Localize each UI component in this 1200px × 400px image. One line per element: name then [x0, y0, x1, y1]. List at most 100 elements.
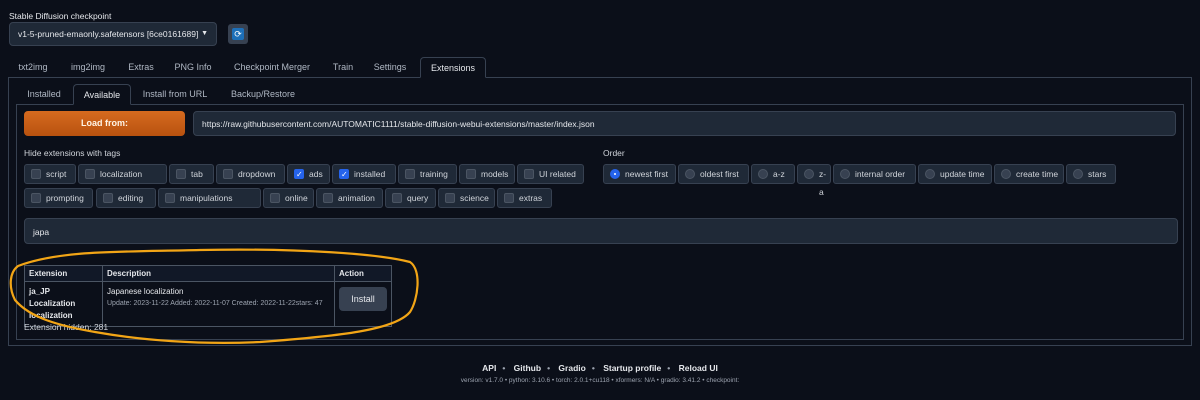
tag-checkbox-editing[interactable]: editing — [96, 188, 156, 208]
extensions-table: Extension Description Action ja_JP Local… — [24, 265, 392, 327]
tab-extensions[interactable]: Extensions — [420, 57, 486, 78]
tag-label: online — [285, 193, 308, 203]
checkbox-icon — [176, 169, 186, 179]
tag-checkbox-query[interactable]: query — [385, 188, 436, 208]
refresh-icon: ⟳ — [232, 28, 244, 40]
tag-checkbox-installed[interactable]: installed — [332, 164, 396, 184]
footer-link-startup-profile[interactable]: Startup profile — [603, 363, 661, 373]
search-input[interactable]: japa — [24, 218, 1178, 244]
tag-checkbox-ui-related[interactable]: UI related — [517, 164, 584, 184]
extensions-hidden-count: Extension hidden: 281 — [24, 322, 109, 332]
checkbox-icon — [445, 193, 455, 203]
order-radio-create-time[interactable]: create time — [994, 164, 1064, 184]
tag-checkbox-prompting[interactable]: prompting — [24, 188, 93, 208]
tag-checkbox-localization[interactable]: localization — [78, 164, 167, 184]
tab-txt2img[interactable]: txt2img — [8, 57, 58, 78]
checkbox-checked-icon — [339, 166, 349, 184]
chevron-down-icon: ▼ — [201, 30, 208, 37]
refresh-checkpoint-button[interactable]: ⟳ — [228, 24, 248, 44]
tag-checkbox-models[interactable]: models — [459, 164, 515, 184]
tab-img2img[interactable]: img2img — [60, 57, 116, 78]
tag-label: tab — [191, 169, 203, 179]
tag-checkbox-manipulations[interactable]: manipulations — [158, 188, 261, 208]
checkbox-icon — [405, 169, 415, 179]
table-row: ja_JP Localization localization Japanese… — [24, 281, 392, 327]
radio-icon — [685, 169, 695, 179]
tag-label: dropdown — [238, 169, 276, 179]
extension-cell: ja_JP Localization localization — [24, 281, 103, 327]
checkbox-icon — [31, 193, 41, 203]
checkbox-icon — [323, 193, 333, 203]
order-radio-stars[interactable]: stars — [1066, 164, 1116, 184]
footer-link-reload-ui[interactable]: Reload UI — [679, 363, 718, 373]
order-radio-newest-first[interactable]: newest first — [603, 164, 676, 184]
checkbox-icon — [31, 169, 41, 179]
tag-checkbox-animation[interactable]: animation — [316, 188, 383, 208]
subtab-backup-restore[interactable]: Backup/Restore — [219, 84, 307, 105]
tab-extras[interactable]: Extras — [118, 57, 164, 78]
footer-link-api[interactable]: API — [482, 363, 496, 373]
install-button[interactable]: Install — [339, 287, 387, 311]
subtab-install-from-url[interactable]: Install from URL — [134, 84, 216, 105]
checkbox-icon — [223, 169, 233, 179]
order-label-text: internal order — [855, 169, 906, 179]
tab-settings[interactable]: Settings — [365, 57, 415, 78]
footer-link-github[interactable]: Github — [514, 363, 541, 373]
hide-tags-label: Hide extensions with tags — [24, 148, 121, 158]
tab-png-info[interactable]: PNG Info — [166, 57, 220, 78]
order-radio-internal-order[interactable]: internal order — [833, 164, 916, 184]
tab-checkpoint-merger[interactable]: Checkpoint Merger — [223, 57, 321, 78]
tag-checkbox-online[interactable]: online — [263, 188, 314, 208]
tag-checkbox-extras[interactable]: extras — [497, 188, 552, 208]
version-info: version: v1.7.0 • python: 3.10.6 • torch… — [460, 377, 740, 384]
tag-checkbox-ads[interactable]: ads — [287, 164, 330, 184]
order-label-text: oldest first — [700, 169, 739, 179]
separator: • — [591, 363, 595, 373]
index-url-input[interactable]: https://raw.githubusercontent.com/AUTOMA… — [193, 111, 1176, 136]
checkbox-icon — [466, 169, 476, 179]
tag-label: installed — [354, 169, 386, 179]
tag-checkbox-training[interactable]: training — [398, 164, 457, 184]
order-label: Order — [603, 148, 625, 158]
tag-label: models — [481, 169, 509, 179]
order-label-text: newest first — [625, 169, 668, 179]
tab-train[interactable]: Train — [324, 57, 362, 78]
separator: • — [667, 363, 671, 373]
order-radio-a-z[interactable]: a-z — [751, 164, 795, 184]
tag-checkbox-script[interactable]: script — [24, 164, 76, 184]
tag-checkbox-tab[interactable]: tab — [169, 164, 214, 184]
extension-name-link[interactable]: ja_JP Localization — [29, 286, 98, 310]
column-header-extension: Extension — [24, 265, 103, 282]
checkpoint-dropdown[interactable]: v1-5-pruned-emaonly.safetensors [6ce0161… — [9, 22, 217, 46]
radio-icon — [804, 169, 814, 179]
tag-label: query — [407, 193, 429, 203]
table-header-row: Extension Description Action — [24, 265, 392, 282]
column-header-action: Action — [334, 265, 392, 282]
load-from-button[interactable]: Load from: — [24, 111, 185, 136]
checkpoint-label: Stable Diffusion checkpoint — [9, 11, 112, 21]
subtab-installed[interactable]: Installed — [16, 84, 72, 105]
tag-label: localization — [100, 169, 143, 179]
subtab-available[interactable]: Available — [73, 84, 131, 105]
extension-description: Japanese localization — [107, 287, 184, 296]
tag-checkbox-science[interactable]: science — [438, 188, 495, 208]
extension-tag: localization — [29, 311, 73, 320]
tag-label: science — [460, 193, 489, 203]
order-label-text: a-z — [773, 169, 785, 179]
tag-label: extras — [519, 193, 543, 203]
footer-links: API • Github • Gradio • Startup profile • Re… — [0, 363, 1200, 373]
tag-label: UI related — [539, 169, 576, 179]
tag-label: script — [46, 169, 67, 179]
main-tabs: txt2img img2img Extras PNG Info Checkpoi… — [8, 57, 1192, 78]
checkbox-icon — [103, 193, 113, 203]
order-radio-update-time[interactable]: update time — [918, 164, 992, 184]
footer-link-gradio[interactable]: Gradio — [558, 363, 585, 373]
order-radio-oldest-first[interactable]: oldest first — [678, 164, 749, 184]
checkbox-icon — [270, 193, 280, 203]
order-label-text: update time — [940, 169, 985, 179]
tag-checkbox-dropdown[interactable]: dropdown — [216, 164, 285, 184]
extension-meta: Update: 2023-11-22 Added: 2022-11-07 Cre… — [107, 300, 323, 307]
tag-label: animation — [338, 193, 375, 203]
checkpoint-value: v1-5-pruned-emaonly.safetensors [6ce0161… — [18, 29, 199, 39]
order-radio-z-a[interactable]: z-a — [797, 164, 831, 197]
